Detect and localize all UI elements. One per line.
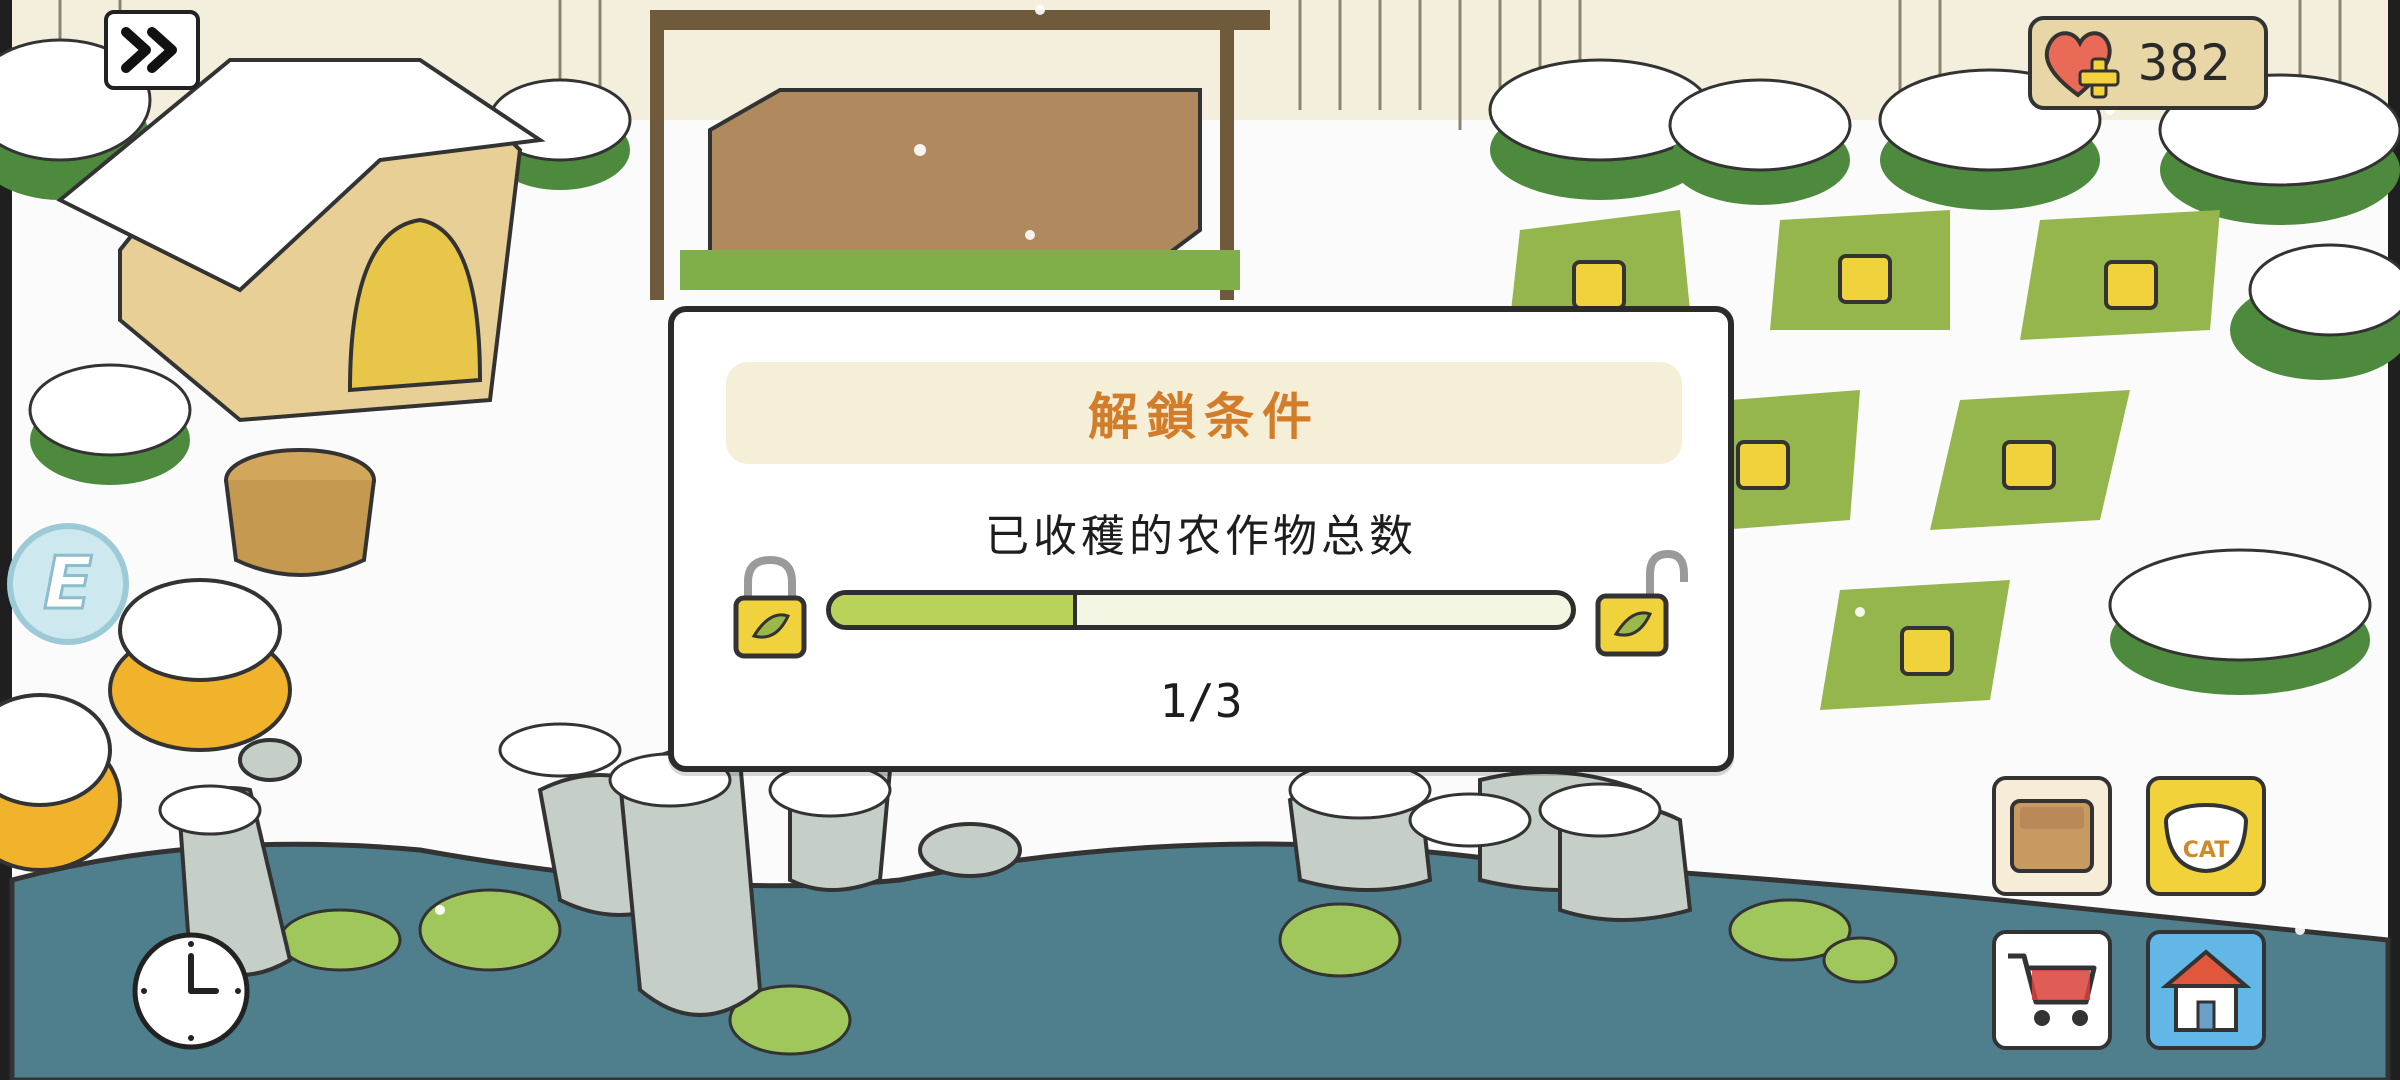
house-icon <box>2160 949 2252 1032</box>
progress-count: 1/3 <box>1159 674 1243 728</box>
double-chevron-right-icon <box>121 27 177 73</box>
hearts-counter[interactable]: 382 <box>2028 16 2268 110</box>
progress-fill <box>831 595 1078 625</box>
home-button[interactable] <box>2146 930 2266 1050</box>
event-badge-icon[interactable]: E <box>4 520 132 648</box>
goodies-box-button[interactable] <box>1992 776 2112 896</box>
requirement-label: 已收穫的农作物总数 <box>985 511 1417 562</box>
clock-icon[interactable] <box>128 928 254 1054</box>
dialog-title: 解鎖条件 <box>1088 388 1320 446</box>
svg-text:E: E <box>43 541 92 625</box>
dialog-header: 解鎖条件 <box>726 362 1682 464</box>
padlock-closed-icon <box>733 555 807 659</box>
food-bowl-label: CAT <box>2183 838 2229 863</box>
shop-cart-button[interactable] <box>1992 930 2112 1050</box>
fast-forward-button[interactable] <box>104 10 200 90</box>
cardboard-box-icon <box>2010 799 2094 873</box>
cat-food-bowl-icon: CAT <box>2164 803 2248 874</box>
food-bowl-button[interactable]: CAT <box>2146 776 2266 896</box>
unlock-conditions-dialog: 解鎖条件 已收穫的农作物总数 1/3 <box>668 306 1734 772</box>
padlock-open-icon <box>1595 549 1688 657</box>
tub <box>224 448 376 577</box>
heart-plus-icon <box>2044 31 2120 99</box>
hearts-count: 382 <box>2138 34 2232 92</box>
shopping-cart-icon <box>2008 953 2097 1026</box>
crop-progress-bar <box>826 590 1576 630</box>
